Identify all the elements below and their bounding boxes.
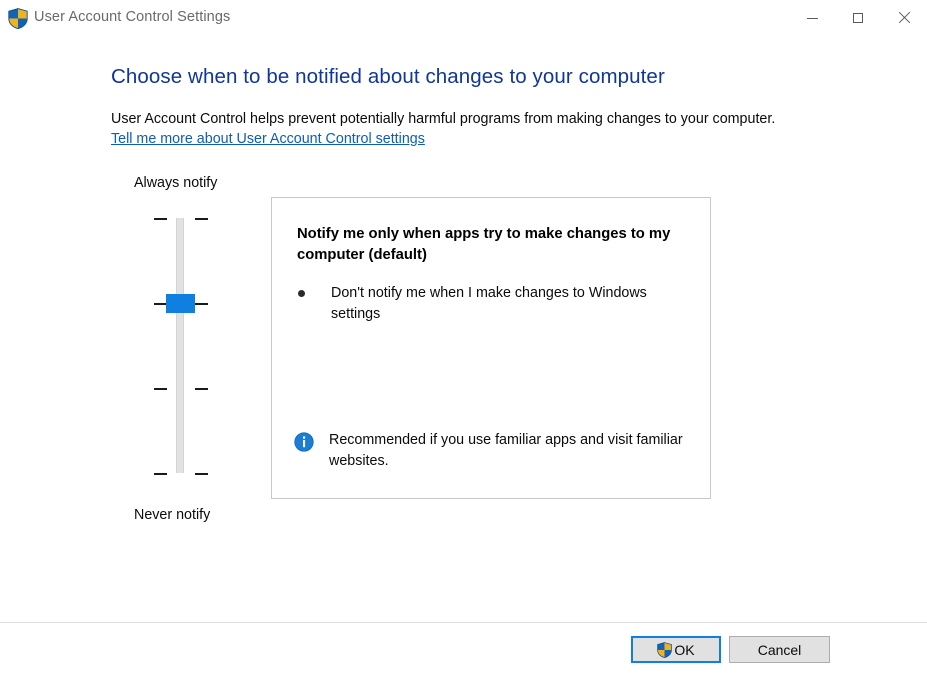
slider-tick-1-left [154,218,167,220]
list-item: Don't notify me when I make changes to W… [298,283,688,325]
slider-label-always-notify: Always notify [134,175,218,191]
footer-divider [0,622,927,623]
window-title: User Account Control Settings [34,9,231,25]
maximize-button[interactable] [835,0,881,36]
slider-tick-4-right [195,473,208,475]
minimize-button[interactable] [789,0,835,36]
cancel-button-label: Cancel [757,641,802,658]
page-title: Choose when to be notified about changes… [111,65,665,88]
close-button[interactable] [881,0,927,36]
bullet-icon [298,290,305,297]
uac-shield-icon [657,641,673,658]
uac-shield-icon [8,8,28,29]
slider-track[interactable] [176,218,184,473]
recommendation-note: Recommended if you use familiar apps and… [294,430,694,472]
slider-thumb[interactable] [166,294,195,313]
title-bar: User Account Control Settings [0,0,927,36]
description-title: Notify me only when apps try to make cha… [297,226,671,263]
description-bullet-text: Don't notify me when I make changes to W… [331,285,647,322]
learn-more-link[interactable]: Tell me more about User Account Control … [111,131,425,147]
recommendation-note-text: Recommended if you use familiar apps and… [329,432,683,469]
close-icon [898,12,910,24]
minimize-icon [806,17,818,19]
slider-tick-1-right [195,218,208,220]
slider-tick-4-left [154,473,167,475]
slider-tick-3-right [195,388,208,390]
description-panel: Notify me only when apps try to make cha… [271,197,711,499]
ok-button-label: OK [674,641,695,658]
window-controls [789,0,927,36]
notification-level-slider[interactable]: Always notify Never notify [133,175,248,530]
intro-text: User Account Control helps prevent poten… [111,111,776,127]
cancel-button[interactable]: Cancel [729,636,830,663]
slider-tick-3-left [154,388,167,390]
ok-button[interactable]: OK [631,636,721,663]
slider-label-never-notify: Never notify [134,507,211,523]
info-icon [294,432,314,452]
slider-tick-2-right [195,303,208,305]
maximize-icon [853,13,863,23]
